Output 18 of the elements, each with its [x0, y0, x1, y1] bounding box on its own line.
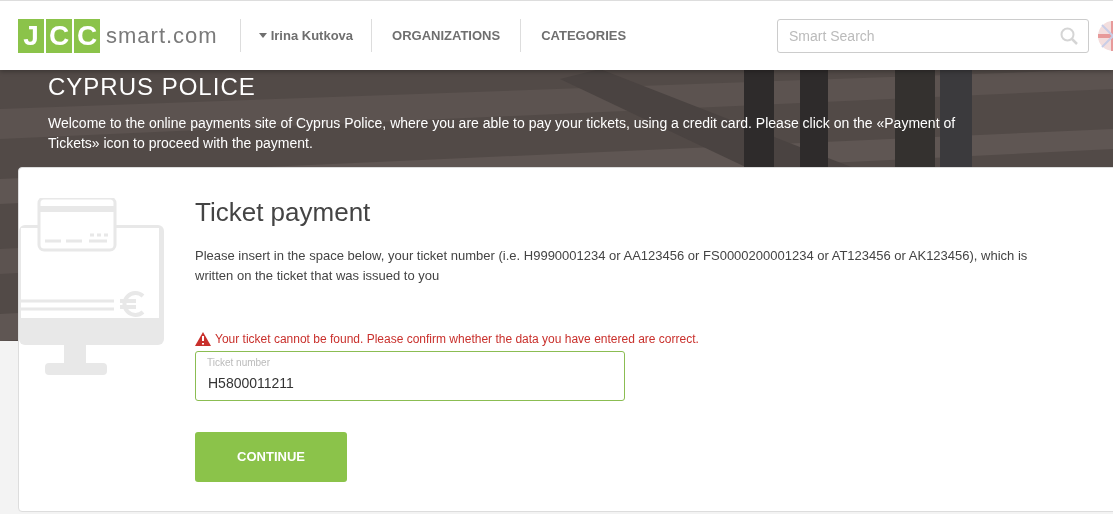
user-menu[interactable]: Irina Kutkova — [240, 25, 372, 46]
logo-letter: C — [74, 18, 100, 53]
error-message: Your ticket cannot be found. Please confirm whether the data you have entered are correct. — [215, 331, 699, 348]
flag-icon[interactable] — [1097, 19, 1113, 52]
field-label: Ticket number — [207, 357, 270, 369]
warning-icon — [195, 332, 211, 346]
nav-link[interactable]: ORGANIZATIONS — [372, 25, 521, 46]
search-field[interactable]: Smart Search — [777, 18, 1089, 53]
logo-letter: J — [18, 18, 44, 53]
card-title: Ticket payment — [195, 196, 372, 228]
caret-icon — [258, 33, 267, 38]
logo-text: smart.com — [106, 22, 218, 50]
page-title: CYPRUS POLICE — [48, 73, 257, 101]
intro-text: Welcome to the online payments site of Cyprus Police, where you are able to pay your tickets, using a credit card. Please click on the «Payment of Tickets» icon to proceed with the payment. — [48, 114, 957, 153]
logo-letter: C — [46, 18, 72, 53]
search-icon — [1060, 26, 1078, 45]
nav-link[interactable]: CATEGORIES — [521, 25, 647, 46]
instructions-text: Please insert in the space below, your ticket number (i.e. H9990001234 or AA123456 or FS0000200001234 or AT123456 or AK123456), which is written on the ticket that was issued to you — [195, 247, 1029, 285]
